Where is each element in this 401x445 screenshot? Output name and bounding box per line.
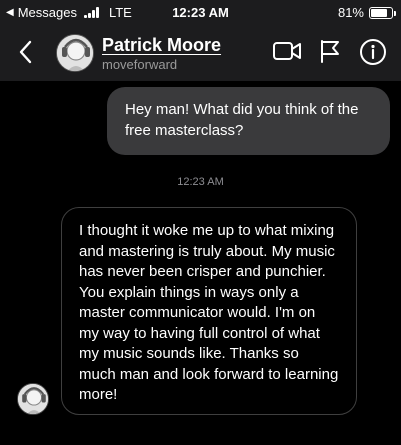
status-bar: ◀ Messages LTE 12:23 AM 81% (0, 0, 401, 24)
sent-message-bubble[interactable]: Hey man! What did you think of the free … (107, 87, 390, 155)
battery-level-fill (371, 8, 388, 17)
battery-percent: 81% (337, 5, 364, 20)
avatar-image (57, 35, 93, 71)
received-message-bubble[interactable]: I thought it woke me up to what mixing a… (61, 207, 357, 415)
received-message-text: I thought it woke me up to what mixing a… (79, 222, 339, 403)
contact-name[interactable]: Patrick Moore (102, 35, 221, 56)
back-button[interactable] (16, 38, 38, 66)
back-chevron-icon (19, 40, 32, 64)
status-bar-right: 81% (337, 5, 396, 20)
contact-handle: moveforward (102, 57, 178, 72)
battery-icon (369, 6, 396, 19)
sent-message-text: Hey man! What did you think of the free … (125, 101, 359, 139)
sender-avatar-image (18, 384, 48, 414)
info-button[interactable] (359, 38, 387, 71)
video-camera-icon (273, 42, 301, 60)
flag-icon (321, 40, 339, 63)
sender-avatar[interactable] (17, 383, 49, 415)
chat-header: Patrick Moore moveforward (0, 24, 401, 81)
video-call-button[interactable] (272, 38, 302, 69)
info-icon (360, 39, 386, 65)
contact-avatar[interactable] (56, 34, 94, 72)
message-timestamp: 12:23 AM (177, 176, 224, 188)
report-button[interactable] (318, 38, 342, 69)
